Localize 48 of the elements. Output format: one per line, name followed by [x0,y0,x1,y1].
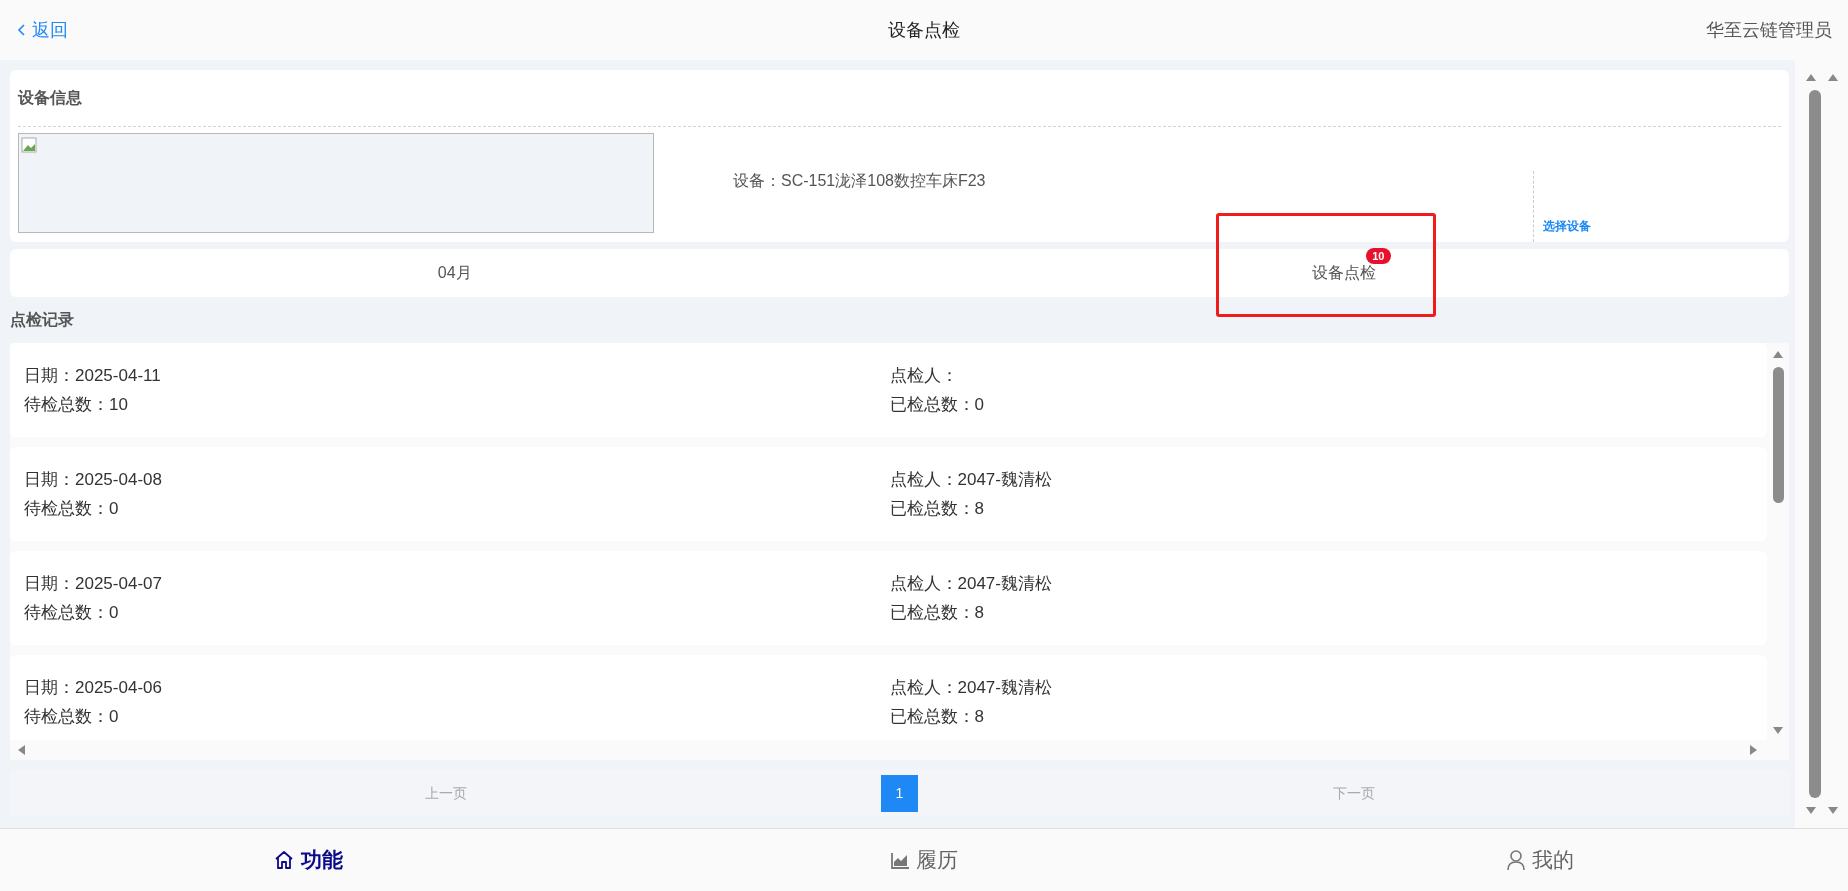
section-title: 设备信息 [18,88,82,108]
record-field: 日期：2025-04-06 [24,675,889,700]
scroll-right-arrow[interactable] [1747,744,1759,756]
record-field: 日期：2025-04-08 [24,467,889,492]
scroll-up-arrow[interactable] [1772,349,1784,361]
record-field: 待检总数：10 [24,392,889,417]
record-field: 待检总数：0 [24,496,889,521]
record-field: 已检总数：8 [888,496,1753,521]
scroll-down-arrow[interactable] [1772,724,1784,736]
record-card[interactable]: 日期：2025-04-06 点检人：2047-魏清松 待检总数：0 已检总数：8 [10,655,1767,740]
record-field: 点检人：2047-魏清松 [888,675,1753,700]
page-button[interactable]: 1 [881,774,918,812]
tab[interactable]: 04月 [435,259,474,287]
chart-icon [890,850,910,870]
scrollbar-thumb[interactable] [1772,367,1784,503]
record-field: 日期：2025-04-07 [24,571,889,596]
select-device-link[interactable]: 选择设备 [1543,217,1591,235]
record-field: 点检人：2047-魏清松 [888,467,1753,492]
count-badge: 10 [1366,248,1391,264]
record-field: 点检人：2047-魏清松 [888,571,1753,596]
nav-tab[interactable]: 我的 [1506,844,1574,876]
scroll-left-arrow[interactable] [16,744,28,756]
record-field: 待检总数：0 [24,600,889,625]
record-card[interactable]: 日期：2025-04-07 点检人：2047-魏清松 待检总数：0 已检总数：8 [10,551,1767,645]
device-name: 设备：SC-151泷泽108数控车床F23 [733,171,986,191]
user-icon [1506,849,1526,871]
record-card[interactable]: 日期：2025-04-08 点检人：2047-魏清松 待检总数：0 已检总数：8 [10,447,1767,541]
user-name: 华至云链管理员 [1706,18,1832,42]
record-field: 待检总数：0 [24,704,889,729]
scroll-up-arrow[interactable] [1804,72,1817,84]
record-field: 已检总数：0 [888,392,1753,417]
record-field: 已检总数：8 [888,704,1753,729]
record-field: 日期：2025-04-11 [24,363,889,388]
scroll-down-arrow[interactable] [1804,804,1817,816]
page-title: 设备点检 [888,18,960,42]
nav-tab[interactable]: 履历 [890,844,958,876]
home-icon [273,849,295,871]
chevron-left-icon [16,23,28,37]
nav-tab[interactable]: 功能 [273,844,343,876]
record-field: 点检人： [888,363,1753,388]
record-field: 已检总数：8 [888,600,1753,625]
scroll-down-arrow[interactable] [1826,804,1839,816]
back-button[interactable]: 返回 [16,16,68,44]
section-title: 点检记录 [10,310,74,330]
record-card[interactable]: 日期：2025-04-11 点检人： 待检总数：10 已检总数：0 [10,343,1767,437]
scrollbar-thumb[interactable] [1808,90,1821,798]
broken-image-icon [21,137,37,153]
scroll-up-arrow[interactable] [1826,72,1839,84]
